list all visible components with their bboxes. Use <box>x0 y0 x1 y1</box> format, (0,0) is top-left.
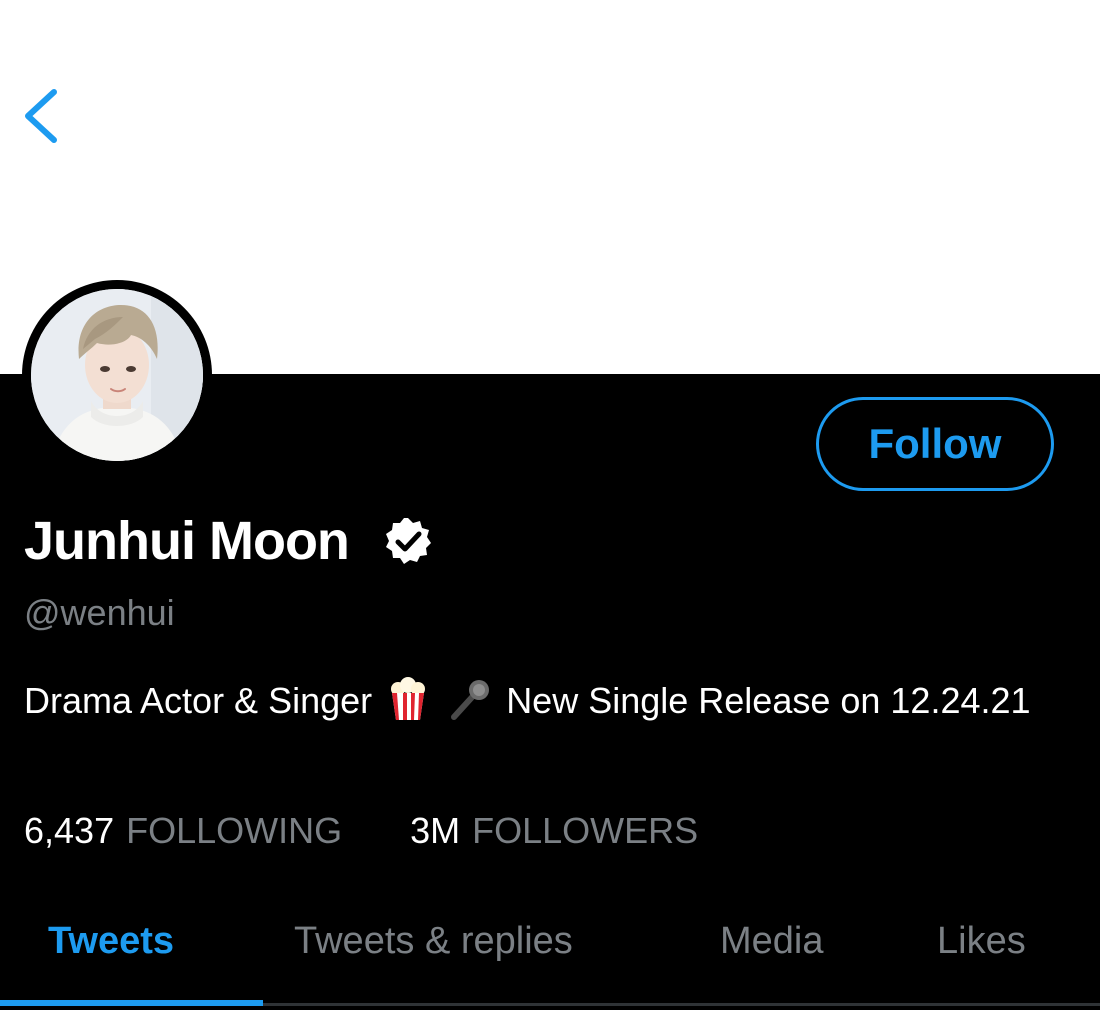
back-button[interactable] <box>18 84 68 148</box>
display-name: Junhui Moon <box>24 511 350 571</box>
bio-text-end: New Single Release on 12.24.21 <box>506 680 1031 721</box>
avatar-image <box>31 289 203 461</box>
tab-likes[interactable]: Likes <box>937 920 1026 963</box>
popcorn-emoji-icon <box>386 677 430 734</box>
profile-tabs: Tweets Tweets & replies Media Likes <box>0 900 1100 1010</box>
profile-page: Follow Junhui Moon @wenhui Drama Actor &… <box>0 0 1100 1010</box>
active-tab-indicator <box>0 1000 263 1006</box>
following-label: FOLLOWING <box>126 810 343 851</box>
tab-tweets-and-replies[interactable]: Tweets & replies <box>294 920 573 963</box>
bio-text-start: Drama Actor & Singer <box>24 680 373 721</box>
followers-stat[interactable]: 3M FOLLOWERS <box>410 810 698 852</box>
chevron-left-icon <box>25 89 57 143</box>
handle: @wenhui <box>24 592 175 633</box>
verified-badge-icon <box>383 516 433 566</box>
followers-label: FOLLOWERS <box>472 810 699 851</box>
microphone-emoji-icon <box>448 677 492 734</box>
following-count: 6,437 <box>24 810 115 851</box>
followers-count: 3M <box>410 810 461 851</box>
follow-button[interactable]: Follow <box>816 397 1054 491</box>
tab-media[interactable]: Media <box>720 920 824 963</box>
following-stat[interactable]: 6,437 FOLLOWING <box>24 810 342 852</box>
tabs-divider <box>263 1003 1100 1006</box>
bio: Drama Actor & Singer New Single Release … <box>24 676 1064 734</box>
avatar[interactable] <box>22 280 212 470</box>
profile-stats: 6,437 FOLLOWING 3M FOLLOWERS <box>24 810 766 852</box>
tab-tweets[interactable]: Tweets <box>48 920 174 963</box>
name-row: Junhui Moon <box>24 510 433 572</box>
